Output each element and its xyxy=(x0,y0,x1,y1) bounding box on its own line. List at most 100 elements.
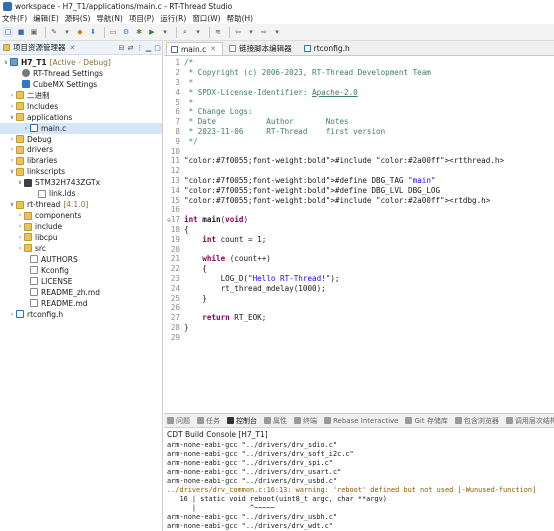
toolbar: ▢ ■ ▣ ✎ ▾ ◆ ⬇ ▭ ⚙ ✱ ▶ ▾ ⌕ ▾ ≋ ⇦ ▾ ⇨ ▾ xyxy=(0,24,554,41)
bottom-tab[interactable]: 终端 xyxy=(294,416,317,426)
forward-icon[interactable]: ⇨ xyxy=(259,27,269,37)
dropdown-icon[interactable]: ▾ xyxy=(160,27,170,37)
terminal-icon[interactable]: ▭ xyxy=(108,27,118,37)
chevron-right-icon[interactable]: › xyxy=(8,92,16,99)
menu-item[interactable]: 文件(F) xyxy=(2,13,27,24)
bottom-tab[interactable]: 属性 xyxy=(264,416,287,426)
tree-item[interactable]: RT-Thread Settings xyxy=(0,68,162,79)
tree-item[interactable]: › libraries xyxy=(0,155,162,166)
tree-item[interactable]: ∨ linkscripts xyxy=(0,166,162,177)
tree-item[interactable]: README_zh.md xyxy=(0,287,162,298)
download-icon[interactable]: ⬇ xyxy=(88,27,98,37)
chevron-right-icon[interactable]: › xyxy=(8,136,16,143)
editor-tab[interactable]: main.c ✕ xyxy=(166,42,224,55)
chevron-right-icon[interactable]: › xyxy=(8,146,16,153)
console-output[interactable]: arm-none-eabi-gcc "../drivers/drv_sdio.c… xyxy=(164,440,554,531)
new-icon[interactable]: ▢ xyxy=(3,27,13,37)
view-menu-icon[interactable]: ⋮ xyxy=(135,44,144,52)
chevron-down-icon[interactable]: ∨ xyxy=(2,59,10,66)
build-icon[interactable]: ✎ xyxy=(49,27,59,37)
chevron-down-icon[interactable]: ∨ xyxy=(8,168,16,175)
bottom-tab[interactable]: 控制台 xyxy=(227,416,257,426)
chevron-right-icon[interactable]: › xyxy=(16,223,24,230)
rebuild-icon[interactable]: ◆ xyxy=(75,27,85,37)
run-icon[interactable]: ▶ xyxy=(147,27,157,37)
bottom-tab[interactable]: 包含浏览器 xyxy=(454,416,499,426)
dropdown-icon[interactable]: ▾ xyxy=(193,27,203,37)
tree-item[interactable]: ∨ rt-thread [4.1.0] xyxy=(0,199,162,210)
menu-item[interactable]: 导航(N) xyxy=(96,13,122,24)
tree-item[interactable]: link.lds xyxy=(0,188,162,199)
tree-item[interactable]: › 二进制 xyxy=(0,90,162,101)
code-text: } xyxy=(184,322,189,332)
tree-item[interactable]: › include xyxy=(0,221,162,232)
tree-item[interactable]: ∨ STM32H743ZGTx xyxy=(0,177,162,188)
save-icon[interactable]: ■ xyxy=(16,27,26,37)
project-explorer-title[interactable]: 项目资源管理器 xyxy=(13,42,66,53)
tree-item[interactable]: › Includes xyxy=(0,101,162,112)
bottom-tab[interactable]: Git 存储库 xyxy=(405,416,448,426)
link-editor-icon[interactable]: ⇄ xyxy=(126,44,135,52)
close-icon[interactable]: ✕ xyxy=(70,44,76,52)
code-line: 21 while (count++) xyxy=(164,254,554,264)
bottom-tab[interactable]: 任务 xyxy=(197,416,220,426)
maximize-icon[interactable]: ▢ xyxy=(153,44,162,52)
settings-icon[interactable]: ⚙ xyxy=(121,27,131,37)
menu-item[interactable]: 编辑(E) xyxy=(33,13,59,24)
collapse-all-icon[interactable]: ⊟ xyxy=(117,44,126,52)
save-all-icon[interactable]: ▣ xyxy=(29,27,39,37)
tab-icon xyxy=(454,417,462,424)
bottom-tab[interactable]: 调用层次结构 xyxy=(505,416,554,426)
bottom-tab[interactable]: Rebase Interactive xyxy=(324,417,398,425)
tree-item[interactable]: LICENSE xyxy=(0,276,162,287)
tree-item-label: RT-Thread Settings xyxy=(33,68,103,78)
chevron-right-icon[interactable]: › xyxy=(16,245,24,252)
menu-item[interactable]: 源码(S) xyxy=(65,13,91,24)
close-icon[interactable]: ✕ xyxy=(210,45,216,53)
chevron-down-icon[interactable]: ∨ xyxy=(8,114,16,121)
tree-item[interactable]: Kconfig xyxy=(0,265,162,276)
code-view[interactable]: 1/* 2 * Copyright (c) 2006-2023, RT-Threa… xyxy=(164,56,554,342)
back-icon[interactable]: ⇦ xyxy=(233,27,243,37)
dropdown-icon[interactable]: ▾ xyxy=(62,27,72,37)
menu-item[interactable]: 项目(P) xyxy=(129,13,154,24)
menu-item[interactable]: 帮助(H) xyxy=(227,13,254,24)
tree-item[interactable]: README.md xyxy=(0,298,162,309)
minimize-icon[interactable]: ▁ xyxy=(144,44,153,52)
project-node[interactable]: ∨ H7_T1 [Active - Debug] xyxy=(0,57,162,68)
menu-item[interactable]: 运行(R) xyxy=(160,13,186,24)
tree-item[interactable]: › rtconfig.h xyxy=(0,309,162,320)
chevron-right-icon[interactable]: › xyxy=(8,157,16,164)
chevron-right-icon[interactable]: › xyxy=(16,234,24,241)
chevron-down-icon[interactable]: ∨ xyxy=(8,201,16,208)
chevron-right-icon[interactable]: › xyxy=(16,212,24,219)
tab-icon xyxy=(405,417,413,424)
editor-tab[interactable]: 链接脚本编辑器 xyxy=(225,42,298,55)
bottom-tab[interactable]: 问题 xyxy=(167,416,190,426)
dropdown-icon[interactable]: ▾ xyxy=(272,27,282,37)
tree-item[interactable]: AUTHORS xyxy=(0,254,162,265)
tree-item[interactable]: ∨ applications xyxy=(0,112,162,123)
chevron-right-icon[interactable]: › xyxy=(22,125,30,132)
chevron-right-icon[interactable]: › xyxy=(8,311,16,318)
version-tag: [4.1.0] xyxy=(63,200,89,210)
search-icon[interactable]: ⌕ xyxy=(180,27,190,37)
tree-item[interactable]: › Debug xyxy=(0,134,162,145)
menu-item[interactable]: 窗口(W) xyxy=(192,13,220,24)
chevron-down-icon[interactable]: ∨ xyxy=(16,179,24,186)
tree-item[interactable]: CubeMX Settings xyxy=(0,79,162,90)
code-text: int count = 1; xyxy=(202,234,267,244)
tree-item[interactable]: › src xyxy=(0,243,162,254)
chevron-right-icon[interactable]: › xyxy=(8,103,16,110)
debug-icon[interactable]: ✱ xyxy=(134,27,144,37)
line-number: 10 xyxy=(170,146,180,156)
tree-item[interactable]: › components xyxy=(0,210,162,221)
tree-item[interactable]: › main.c xyxy=(0,122,162,134)
tree-item[interactable]: › libcpu xyxy=(0,232,162,243)
line-number: ⊖17 xyxy=(167,215,180,225)
editor-tab[interactable]: rtconfig.h xyxy=(300,42,356,55)
toolbar-divider xyxy=(209,26,210,38)
dropdown-icon[interactable]: ▾ xyxy=(246,27,256,37)
tree-item[interactable]: › drivers xyxy=(0,145,162,156)
layers-icon[interactable]: ≋ xyxy=(213,27,223,37)
